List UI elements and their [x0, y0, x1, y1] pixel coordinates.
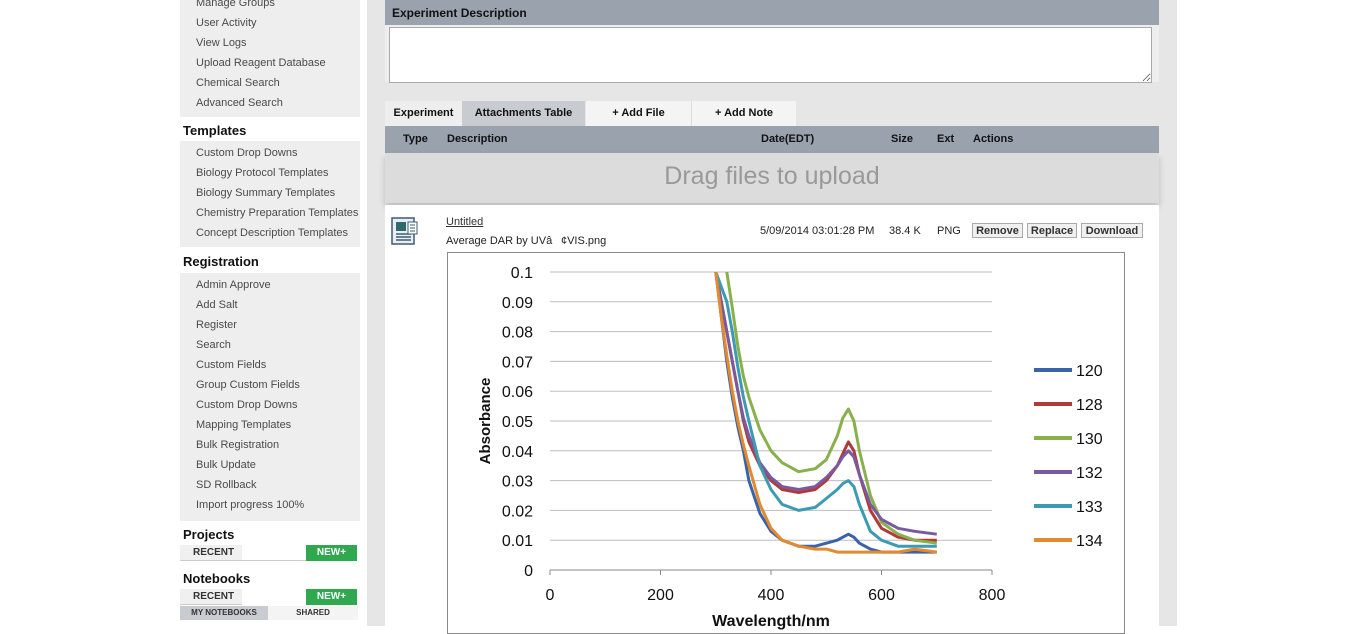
notebooks-title: Notebooks — [183, 571, 251, 586]
legend-label-128: 128 — [1076, 397, 1103, 414]
add-note-button[interactable]: + Add Note — [692, 101, 796, 126]
attachment-date: 5/09/2014 03:01:28 PM — [760, 225, 875, 237]
series-line-132 — [714, 272, 937, 536]
add-file-button[interactable]: + Add File — [586, 101, 692, 126]
notebooks-tabs: MY NOTEBOOKS SHARED — [180, 606, 360, 622]
y-tick-label: 0.04 — [502, 444, 533, 461]
legend-label-130: 130 — [1076, 431, 1103, 448]
attachments-table-header: Type Description Date(EDT) Size Ext Acti… — [385, 126, 1159, 153]
download-button[interactable]: Download — [1081, 223, 1143, 238]
nav-biology-summary-templates[interactable]: Biology Summary Templates — [180, 183, 360, 203]
tab-attachments-table[interactable]: Attachments Table — [462, 101, 585, 126]
nav-upload-reagent-database[interactable]: Upload Reagent Database — [180, 53, 360, 73]
file-dropzone[interactable]: Drag files to upload — [385, 153, 1159, 203]
col-size: Size — [891, 133, 914, 145]
x-tick-label: 0 — [546, 587, 555, 604]
y-tick-label: 0.05 — [502, 414, 533, 431]
col-date: Date(EDT) — [761, 133, 815, 145]
tab-my-notebooks[interactable]: MY NOTEBOOKS — [180, 606, 268, 620]
document-icon — [391, 217, 418, 245]
remove-button[interactable]: Remove — [972, 223, 1023, 238]
nav-concept-description-templates[interactable]: Concept Description Templates — [180, 223, 360, 243]
experiment-description-input[interactable] — [389, 27, 1152, 83]
nav-sd-rollback[interactable]: SD Rollback — [180, 475, 360, 495]
divider — [242, 560, 306, 561]
nav-search[interactable]: Search — [180, 335, 360, 355]
nav-chemical-search[interactable]: Chemical Search — [180, 73, 360, 93]
nav-register[interactable]: Register — [180, 315, 360, 335]
admin-nav-list: Manage Groups User Activity View Logs Up… — [180, 0, 360, 117]
y-axis-title: Absorbance — [477, 378, 494, 465]
attachment-ext: PNG — [937, 225, 961, 237]
y-tick-label: 0.08 — [502, 325, 533, 342]
x-tick-label: 400 — [758, 587, 785, 604]
registration-nav-list: Admin Approve Add Salt Register Search C… — [180, 273, 360, 521]
nav-manage-groups[interactable]: Manage Groups — [180, 0, 360, 13]
templates-title: Templates — [183, 123, 247, 138]
nav-biology-protocol-templates[interactable]: Biology Protocol Templates — [180, 163, 360, 183]
x-tick-label: 600 — [868, 587, 895, 604]
nav-view-logs[interactable]: View Logs — [180, 33, 360, 53]
attachment-chart-preview: 0 0.01 0.02 0.03 0.04 0.05 0.06 0.07 0.08 0.09 0.1… — [447, 252, 1125, 634]
col-actions: Actions — [973, 133, 1014, 145]
col-description: Description — [447, 133, 508, 145]
y-tick-label: 0.06 — [502, 384, 533, 401]
nav-custom-drop-downs[interactable]: Custom Drop Downs — [180, 143, 360, 163]
legend-label-120: 120 — [1076, 363, 1103, 380]
attachment-filename: Average DAR by UVâ¢VIS.png — [446, 235, 607, 247]
legend-label-133: 133 — [1076, 499, 1103, 516]
x-axis-title: Wavelength/nm — [712, 613, 830, 630]
nav-admin-approve[interactable]: Admin Approve — [180, 275, 360, 295]
templates-nav-list: Custom Drop Downs Biology Protocol Templ… — [180, 141, 360, 247]
nav-bulk-update[interactable]: Bulk Update — [180, 455, 360, 475]
legend-label-134: 134 — [1076, 533, 1103, 550]
absorbance-chart: 0 0.01 0.02 0.03 0.04 0.05 0.06 0.07 0.08 0.09 0.1… — [477, 265, 1103, 630]
nav-custom-fields[interactable]: Custom Fields — [180, 355, 360, 375]
projects-new-button[interactable]: NEW+ — [306, 545, 357, 561]
series-line-133 — [714, 272, 937, 548]
attachment-title-link[interactable]: Untitled — [446, 216, 483, 228]
experiment-description-box — [385, 25, 1159, 83]
attachment-row: Untitled Average DAR by UVâ¢VIS.png 5/0… — [385, 205, 1159, 634]
attachment-size: 38.4 K — [889, 225, 921, 237]
tab-experiment[interactable]: Experiment — [385, 101, 462, 126]
y-tick-label: 0.02 — [502, 503, 533, 520]
y-tick-label: 0.09 — [502, 295, 533, 312]
notebooks-controls: RECENT NEW+ — [180, 589, 360, 605]
nav-user-activity[interactable]: User Activity — [180, 13, 360, 33]
replace-button[interactable]: Replace — [1027, 223, 1077, 238]
y-tick-label: 0.03 — [502, 474, 533, 491]
col-type: Type — [403, 133, 428, 145]
nav-add-salt[interactable]: Add Salt — [180, 295, 360, 315]
sidebar: Manage Groups User Activity View Logs Up… — [180, 0, 360, 626]
registration-title: Registration — [183, 254, 259, 269]
tab-shared[interactable]: SHARED — [268, 606, 358, 620]
notebooks-recent-button[interactable]: RECENT — [180, 589, 242, 605]
y-tick-label: 0.1 — [511, 265, 533, 282]
col-ext: Ext — [937, 133, 955, 145]
nav-import-progress: Import progress 100% — [196, 499, 305, 511]
x-tick-label: 200 — [647, 587, 674, 604]
nav-group-custom-fields[interactable]: Group Custom Fields — [180, 375, 360, 395]
y-tick-label: 0.01 — [502, 533, 533, 550]
y-tick-label: 0.07 — [502, 354, 533, 371]
projects-recent-button[interactable]: RECENT — [180, 545, 242, 561]
legend-label-132: 132 — [1076, 465, 1103, 482]
nav-mapping-templates[interactable]: Mapping Templates — [180, 415, 360, 435]
x-tick-label: 800 — [979, 587, 1006, 604]
notebooks-new-button[interactable]: NEW+ — [306, 589, 357, 605]
experiment-description-header: Experiment Description — [385, 0, 1159, 25]
nav-registration-custom-drop-downs[interactable]: Custom Drop Downs — [180, 395, 360, 415]
projects-controls: RECENT NEW+ — [180, 545, 360, 561]
y-tick-label: 0 — [524, 563, 533, 580]
nav-advanced-search[interactable]: Advanced Search — [180, 93, 360, 113]
nav-chemistry-preparation-templates[interactable]: Chemistry Preparation Templates — [180, 203, 360, 223]
nav-bulk-registration[interactable]: Bulk Registration — [180, 435, 360, 455]
projects-title: Projects — [183, 527, 235, 542]
